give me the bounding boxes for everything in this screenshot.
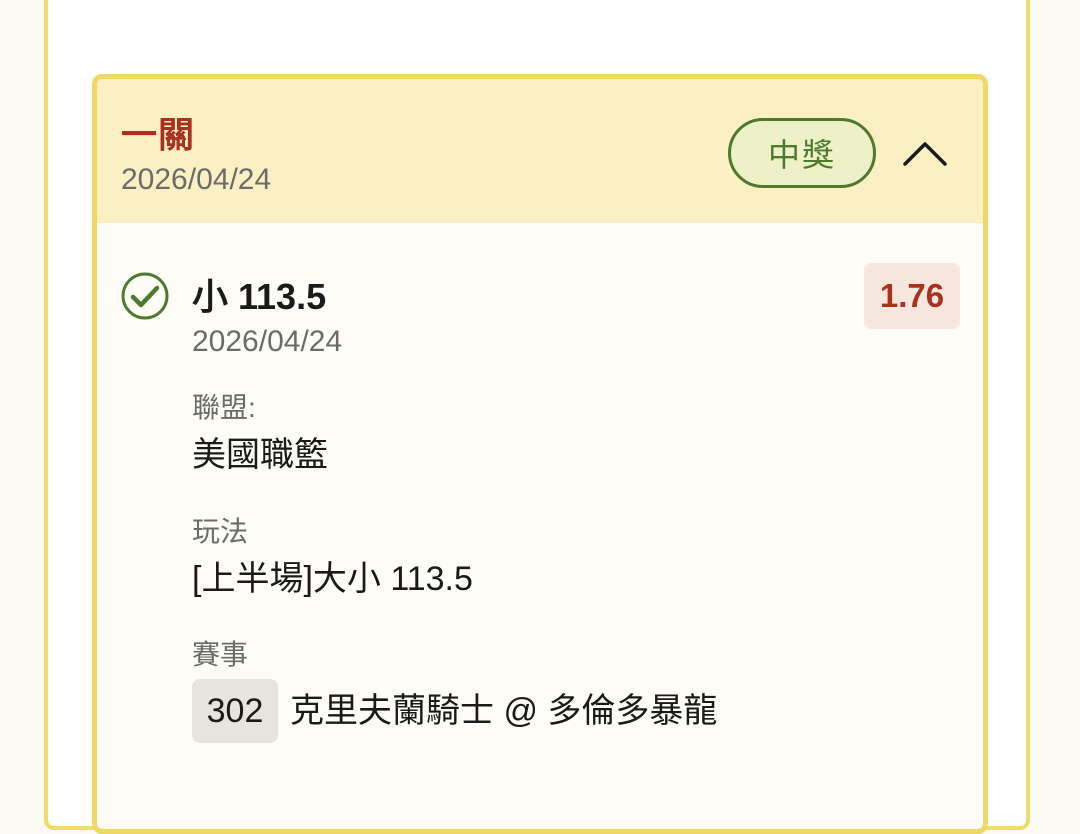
bet-type-label: 一關 [121,114,196,155]
league-label: 聯盟: [192,392,256,423]
market-label: 玩法 [192,516,249,547]
selection-date: 2026/04/24 [192,325,343,358]
bet-card: 一關 2026/04/24 中獎 小 113.5 2026/04/24 1.76… [92,74,988,834]
odds-badge: 1.76 [864,263,960,329]
check-circle-icon [121,272,169,320]
status-badge: 中獎 [728,118,876,188]
market-value: [上半場]大小 113.5 [192,560,473,598]
event-row: 302 克里夫蘭騎士 @ 多倫多暴龍 [192,679,717,743]
event-code-badge: 302 [192,679,278,743]
event-label: 賽事 [192,639,249,670]
event-name: 克里夫蘭騎士 @ 多倫多暴龍 [290,692,718,730]
collapse-button[interactable] [897,127,953,179]
chevron-up-icon [903,142,947,166]
bet-card-header[interactable]: 一關 2026/04/24 中獎 [97,79,983,223]
selection-name: 小 113.5 [192,276,327,317]
league-value: 美國職籃 [192,436,328,474]
bet-date: 2026/04/24 [121,163,272,196]
